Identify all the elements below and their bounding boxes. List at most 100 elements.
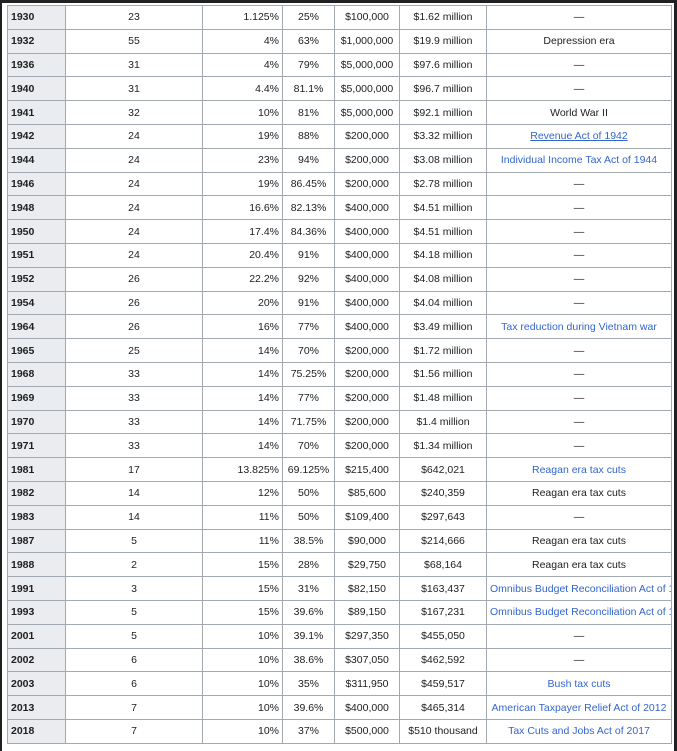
top-bracket-threshold-cell: $29,750 — [334, 552, 400, 578]
comment-link[interactable]: Tax reduction during Vietnam war — [501, 321, 657, 333]
top-bracket-threshold-cell: $5,000,000 — [334, 76, 400, 102]
top-rate-cell: 69.125% — [282, 457, 335, 482]
top-rate-cell: 75.25% — [282, 361, 335, 387]
year-cell: 1993 — [7, 599, 66, 625]
inflation-adjusted-cell: $4.51 million — [399, 195, 487, 221]
tax-rate-history-table: 1930 23 1.125% 25% $100,000 $1.62 million —193… — [7, 5, 672, 744]
comment-link[interactable]: Individual Income Tax Act of 1944 — [501, 154, 657, 166]
brackets-cell: 14 — [65, 504, 203, 530]
brackets-cell: 33 — [65, 409, 203, 435]
year-cell: 1965 — [7, 338, 66, 363]
brackets-cell: 26 — [65, 266, 203, 292]
lowest-rate-cell: 4.4% — [202, 76, 283, 102]
top-rate-cell: 79% — [282, 52, 335, 78]
year-cell: 1941 — [7, 100, 66, 125]
inflation-adjusted-cell: $97.6 million — [399, 52, 487, 78]
top-bracket-threshold-cell: $200,000 — [334, 409, 400, 435]
top-rate-cell: 25% — [282, 5, 335, 30]
table-row: 1991 3 15% 31% $82,150 $163,437 Omnibus Budget… — [7, 576, 672, 601]
lowest-rate-cell: 16% — [202, 314, 283, 340]
brackets-cell: 33 — [65, 385, 203, 411]
brackets-cell: 32 — [65, 100, 203, 125]
brackets-cell: 26 — [65, 314, 203, 340]
top-bracket-threshold-cell: $200,000 — [334, 338, 400, 363]
lowest-rate-cell: 11% — [202, 528, 283, 554]
lowest-rate-cell: 10% — [202, 623, 283, 649]
inflation-adjusted-cell: $240,359 — [399, 480, 487, 506]
inflation-adjusted-cell: $163,437 — [399, 576, 487, 601]
comment-link[interactable]: Revenue Act of 1942 — [530, 130, 628, 142]
top-bracket-threshold-cell: $85,600 — [334, 480, 400, 506]
lowest-rate-cell: 12% — [202, 480, 283, 506]
comment-link[interactable]: Bush tax cuts — [547, 678, 610, 690]
top-bracket-threshold-cell: $400,000 — [334, 314, 400, 340]
table-row: 2002 6 10% 38.6% $307,050 $462,592— — [7, 647, 672, 673]
comment-cell: — — [486, 409, 672, 435]
comment-cell: — — [486, 433, 672, 459]
inflation-adjusted-cell: $3.08 million — [399, 147, 487, 173]
top-bracket-threshold-cell: $215,400 — [334, 457, 400, 482]
inflation-adjusted-cell: $1.62 million — [399, 5, 487, 30]
top-bracket-threshold-cell: $400,000 — [334, 290, 400, 316]
top-bracket-threshold-cell: $311,950 — [334, 671, 400, 697]
inflation-adjusted-cell: $92.1 million — [399, 100, 487, 125]
comment-cell: Bush tax cuts — [486, 671, 672, 697]
top-rate-cell: 50% — [282, 504, 335, 530]
comment-cell: World War II — [486, 100, 672, 125]
top-rate-cell: 91% — [282, 290, 335, 316]
lowest-rate-cell: 10% — [202, 671, 283, 697]
comment-cell: Revenue Act of 1942 — [486, 123, 672, 149]
brackets-cell: 26 — [65, 290, 203, 316]
comment-cell: Individual Income Tax Act of 1944 — [486, 147, 672, 173]
year-cell: 1968 — [7, 361, 66, 387]
comment-cell: Reagan era tax cuts — [486, 457, 672, 482]
lowest-rate-cell: 16.6% — [202, 195, 283, 221]
top-rate-cell: 81.1% — [282, 76, 335, 102]
table-row: 1993 5 15% 39.6% $89,150 $167,231 Omnibus Budg… — [7, 599, 672, 625]
lowest-rate-cell: 14% — [202, 409, 283, 435]
comment-link[interactable]: Omnibus Budget Reconciliation Act of 199… — [490, 583, 671, 595]
top-rate-cell: 91% — [282, 242, 335, 268]
top-bracket-threshold-cell: $200,000 — [334, 147, 400, 173]
brackets-cell: 33 — [65, 361, 203, 387]
inflation-adjusted-cell: $4.04 million — [399, 290, 487, 316]
brackets-cell: 24 — [65, 123, 203, 149]
year-cell: 1942 — [7, 123, 66, 149]
comment-cell: — — [486, 5, 672, 30]
table-row: 1965 25 14% 70% $200,000 $1.72 million — — [7, 338, 672, 363]
top-rate-cell: 31% — [282, 576, 335, 601]
comment-cell: — — [486, 504, 672, 530]
comment-cell: Reagan era tax cuts — [486, 552, 672, 578]
table-row: 1964 26 16% 77% $400,000 $3.49 million Tax red… — [7, 314, 672, 340]
comment-cell: — — [486, 623, 672, 649]
inflation-adjusted-cell: $3.49 million — [399, 314, 487, 340]
table-row: 1930 23 1.125% 25% $100,000 $1.62 million — — [7, 5, 672, 30]
brackets-cell: 3 — [65, 576, 203, 601]
year-cell: 1948 — [7, 195, 66, 221]
comment-cell: Tax reduction during Vietnam war — [486, 314, 672, 340]
top-rate-cell: 81% — [282, 100, 335, 125]
comment-link[interactable]: Reagan era tax cuts — [532, 464, 626, 476]
comment-link[interactable]: Tax Cuts and Jobs Act of 2017 — [508, 725, 650, 737]
inflation-adjusted-cell: $462,592 — [399, 647, 487, 673]
table-row: 2003 6 10% 35% $311,950 $459,517 Bush tax cuts — [7, 671, 672, 697]
comment-cell: — — [486, 385, 672, 411]
year-cell: 1951 — [7, 242, 66, 268]
year-cell: 1988 — [7, 552, 66, 578]
lowest-rate-cell: 14% — [202, 385, 283, 411]
comment-cell: — — [486, 195, 672, 221]
year-cell: 1940 — [7, 76, 66, 102]
comment-cell: — — [486, 338, 672, 363]
top-rate-cell: 37% — [282, 718, 335, 744]
table-row: 2001 5 10% 39.1% $297,350 $455,050— — [7, 623, 672, 649]
table-row: 1941 32 10% 81% $5,000,000 $92.1 million World… — [7, 100, 672, 125]
top-rate-cell: 92% — [282, 266, 335, 292]
lowest-rate-cell: 10% — [202, 100, 283, 125]
brackets-cell: 5 — [65, 599, 203, 625]
top-bracket-threshold-cell: $400,000 — [334, 242, 400, 268]
brackets-cell: 5 — [65, 623, 203, 649]
comment-link[interactable]: Omnibus Budget Reconciliation Act of 199… — [490, 606, 671, 618]
year-cell: 1971 — [7, 433, 66, 459]
lowest-rate-cell: 19% — [202, 171, 283, 197]
comment-link[interactable]: American Taxpayer Relief Act of 2012 — [492, 702, 667, 714]
